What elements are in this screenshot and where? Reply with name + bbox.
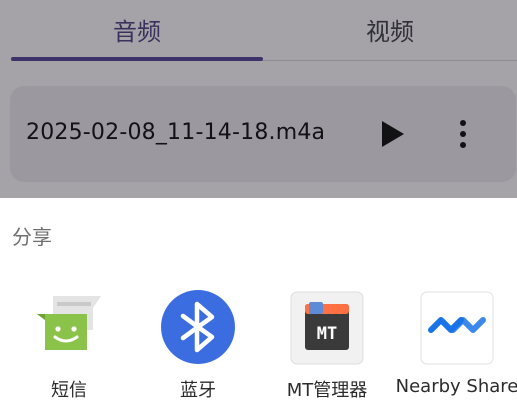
- share-target-label: 短信: [51, 380, 87, 401]
- share-target-label: Nearby Share: [395, 376, 517, 397]
- nearby-share-icon: [420, 291, 494, 365]
- mt-manager-icon: MT: [290, 291, 364, 365]
- svg-text:MT: MT: [317, 324, 337, 344]
- share-target-bluetooth[interactable]: 蓝牙: [133, 290, 263, 408]
- share-target-nearby-share[interactable]: Nearby Share: [392, 290, 517, 408]
- share-sheet: 分享 短信 蓝牙 MT MT管理器 Nearby Share: [0, 198, 517, 408]
- messages-app-icon: [37, 296, 101, 350]
- share-sheet-title: 分享: [12, 225, 52, 249]
- modal-scrim[interactable]: [0, 0, 517, 200]
- share-target-mt-manager[interactable]: MT MT管理器: [262, 290, 392, 408]
- share-target-label: 蓝牙: [180, 380, 216, 401]
- share-target-label: MT管理器: [286, 380, 368, 401]
- bluetooth-icon: [161, 290, 235, 364]
- share-target-messages[interactable]: 短信: [4, 290, 134, 408]
